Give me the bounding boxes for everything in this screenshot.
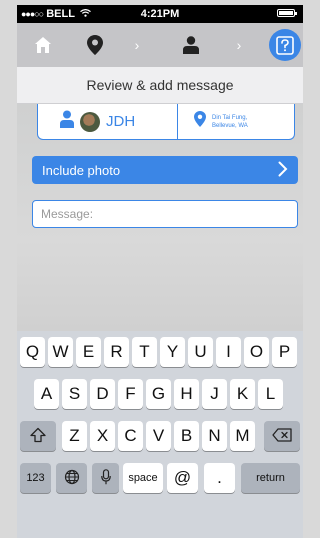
location-line1: Din Tai Fung, (212, 114, 248, 121)
include-photo-button[interactable]: Include photo (32, 156, 298, 184)
status-bar: ●●●○○ BELL 4:21PM (17, 5, 303, 23)
recipient-card: JDH Din Tai Fung, Bellevue, WA (37, 104, 295, 140)
status-time: 4:21PM (140, 8, 180, 20)
person-icon (60, 110, 74, 133)
phone-screen: ●●●○○ BELL 4:21PM › › Review & add messa… (0, 0, 320, 538)
key-y[interactable]: Y (160, 337, 185, 367)
chevron-right-icon: › (236, 37, 242, 53)
key-i[interactable]: I (216, 337, 241, 367)
key-r[interactable]: R (104, 337, 129, 367)
globe-key[interactable] (56, 463, 87, 493)
microphone-icon (100, 468, 111, 488)
key-z[interactable]: Z (62, 421, 87, 451)
key-l[interactable]: L (258, 379, 283, 409)
key-k[interactable]: K (230, 379, 255, 409)
recipient-info[interactable]: JDH (38, 104, 178, 139)
key-v[interactable]: V (146, 421, 171, 451)
period-key[interactable]: . (204, 463, 235, 493)
key-a[interactable]: A (34, 379, 59, 409)
home-icon[interactable] (25, 23, 61, 67)
key-e[interactable]: E (76, 337, 101, 367)
location-line2: Bellevue, WA (212, 122, 248, 129)
location-text: Din Tai Fung, Bellevue, WA (212, 114, 248, 130)
key-n[interactable]: N (202, 421, 227, 451)
location-pin-icon[interactable] (77, 23, 113, 67)
key-q[interactable]: Q (20, 337, 45, 367)
key-g[interactable]: G (146, 379, 171, 409)
key-p[interactable]: P (272, 337, 297, 367)
delete-key[interactable] (264, 421, 300, 451)
backspace-icon (272, 427, 292, 445)
key-o[interactable]: O (244, 337, 269, 367)
key-t[interactable]: T (132, 337, 157, 367)
key-u[interactable]: U (188, 337, 213, 367)
message-form: JDH Din Tai Fung, Bellevue, WA Include p… (17, 104, 303, 331)
return-key[interactable]: return (241, 463, 300, 493)
key-h[interactable]: H (174, 379, 199, 409)
shift-key[interactable] (20, 421, 56, 451)
message-input[interactable] (32, 200, 298, 228)
recipient-initials: JDH (106, 113, 136, 130)
key-j[interactable]: J (202, 379, 227, 409)
battery-fill (279, 11, 293, 15)
include-photo-label: Include photo (42, 162, 121, 178)
progress-nav: › › (17, 23, 303, 67)
at-key[interactable]: @ (167, 463, 198, 493)
shift-icon (30, 427, 46, 446)
globe-icon (64, 469, 80, 488)
key-d[interactable]: D (90, 379, 115, 409)
key-x[interactable]: X (90, 421, 115, 451)
numbers-key[interactable]: 123 (20, 463, 51, 493)
page-title: Review & add message (17, 67, 303, 104)
person-icon[interactable] (173, 23, 209, 67)
key-w[interactable]: W (48, 337, 73, 367)
key-b[interactable]: B (174, 421, 199, 451)
chevron-right-icon (278, 161, 288, 180)
space-key[interactable]: space (123, 463, 163, 493)
chevron-right-icon: › (134, 37, 140, 53)
key-c[interactable]: C (118, 421, 143, 451)
avatar (80, 111, 100, 132)
key-f[interactable]: F (118, 379, 143, 409)
key-s[interactable]: S (62, 379, 87, 409)
key-m[interactable]: M (230, 421, 255, 451)
location-info[interactable]: Din Tai Fung, Bellevue, WA (178, 104, 294, 139)
microphone-key[interactable] (92, 463, 119, 493)
battery-icon (277, 9, 297, 17)
keyboard: Q W E R T Y U I O P A S D F G H J K L Z … (17, 331, 303, 538)
location-pin-icon (194, 111, 206, 132)
help-icon[interactable] (269, 29, 301, 61)
